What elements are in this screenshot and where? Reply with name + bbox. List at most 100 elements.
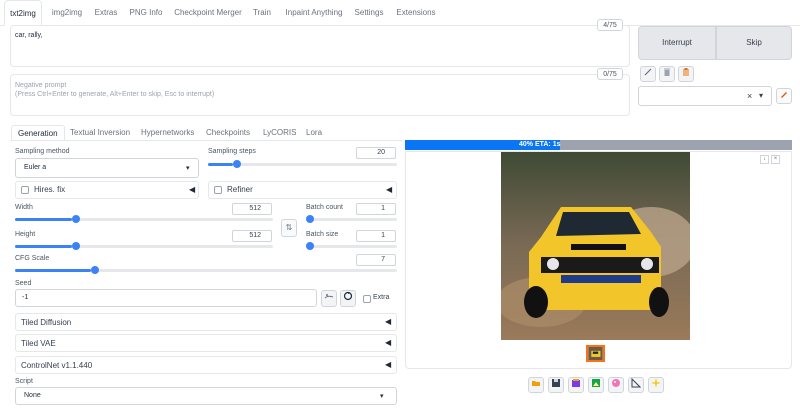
- sampling-steps-slider[interactable]: [208, 158, 397, 170]
- zip-icon[interactable]: [568, 377, 584, 393]
- tab-checkpoint-merger[interactable]: Checkpoint Merger: [172, 0, 244, 26]
- save-icon[interactable]: [548, 377, 564, 393]
- dice-icon[interactable]: [321, 290, 337, 307]
- pencil-icon[interactable]: [640, 66, 656, 82]
- accordion-tiled-diffusion[interactable]: Tiled Diffusion ◀: [15, 313, 397, 331]
- slider-track: [306, 245, 397, 248]
- hires-fix-label: Hires. fix: [34, 185, 66, 194]
- chevron-down-icon: ▾: [759, 91, 764, 100]
- open-folder-icon[interactable]: [528, 377, 544, 393]
- hires-fix-checkbox[interactable]: [21, 186, 29, 194]
- tab-settings[interactable]: Settings: [352, 0, 386, 26]
- negative-token-counter: 0/75: [597, 68, 623, 80]
- slider-fill: [15, 218, 73, 221]
- subtab-textual-inversion[interactable]: Textual Inversion: [70, 125, 130, 141]
- skip-button[interactable]: Skip: [716, 26, 792, 60]
- accordion-controlnet[interactable]: ControlNet v1.1.440 ◀: [15, 356, 397, 374]
- chevron-down-icon: ▾: [380, 393, 384, 400]
- batch-count-label: Batch count: [306, 204, 343, 211]
- script-select[interactable]: None ▾: [15, 387, 397, 405]
- accordion-tiled-vae[interactable]: Tiled VAE ◀: [15, 334, 397, 352]
- subtab-divider: [10, 140, 402, 141]
- collapse-triangle-icon[interactable]: ◀: [385, 338, 391, 347]
- hires-fix-row[interactable]: Hires. fix ◀: [15, 181, 199, 199]
- styles-dropdown[interactable]: × ▾: [638, 86, 772, 106]
- prompt-token-counter: 4/75: [597, 19, 623, 31]
- slider-fill: [15, 269, 92, 272]
- seed-label: Seed: [15, 280, 32, 287]
- negative-prompt-placeholder: Negative prompt: [15, 82, 67, 89]
- refiner-row[interactable]: Refiner ◀: [208, 181, 397, 199]
- script-value: None: [24, 392, 41, 399]
- prompt-text: car, rally,: [15, 32, 43, 39]
- recycle-icon[interactable]: [340, 290, 356, 307]
- width-slider[interactable]: [15, 213, 273, 225]
- accordion-label: ControlNet v1.1.440: [21, 361, 93, 370]
- cfg-scale-label: CFG Scale: [15, 255, 50, 262]
- sampling-method-select[interactable]: Euler a ▾: [15, 158, 199, 178]
- send-to-img2img-icon[interactable]: [588, 377, 604, 393]
- subtab-generation[interactable]: Generation: [11, 125, 65, 141]
- sampling-steps-label: Sampling steps: [208, 148, 256, 155]
- swap-icon: ⇅: [285, 223, 293, 232]
- extra-seed-checkbox[interactable]: [363, 295, 371, 303]
- slider-fill: [15, 245, 73, 248]
- refiner-checkbox[interactable]: [214, 186, 222, 194]
- tab-extensions[interactable]: Extensions: [394, 0, 438, 26]
- height-slider[interactable]: [15, 240, 273, 252]
- edit-styles-icon[interactable]: [776, 88, 792, 104]
- slider-thumb[interactable]: [306, 242, 314, 250]
- slider-track: [306, 218, 397, 221]
- send-to-extras-icon[interactable]: [628, 377, 644, 393]
- sparkle-icon[interactable]: [648, 377, 664, 393]
- sampling-method-value: Euler a: [24, 164, 47, 171]
- refiner-label: Refiner: [227, 185, 253, 194]
- accordion-label: Tiled Diffusion: [21, 318, 72, 327]
- height-label: Height: [15, 231, 36, 238]
- subtab-lycoris[interactable]: LyCORIS: [263, 125, 297, 141]
- send-to-inpaint-icon[interactable]: [608, 377, 624, 393]
- subtab-checkpoints[interactable]: Checkpoints: [206, 125, 250, 141]
- tab-img2img[interactable]: img2img: [48, 0, 86, 26]
- slider-thumb[interactable]: [72, 242, 81, 250]
- tab-inpaint-anything[interactable]: Inpaint Anything: [282, 0, 346, 26]
- trash-icon[interactable]: [659, 66, 675, 82]
- negative-prompt-textarea[interactable]: Negative prompt (Press Ctrl+Enter to gen…: [10, 74, 630, 116]
- progress-bar: 40% ETA: 1s: [405, 140, 792, 150]
- slider-thumb[interactable]: [72, 215, 81, 223]
- tab-extras[interactable]: Extras: [92, 0, 120, 26]
- negative-prompt-hint: (Press Ctrl+Enter to generate, Alt+Enter…: [15, 91, 215, 98]
- tab-txt2img[interactable]: txt2img: [4, 0, 42, 26]
- swap-dimensions-button[interactable]: ⇅: [281, 219, 297, 237]
- clipboard-icon[interactable]: [678, 66, 694, 82]
- main-tab-bar: txt2img img2img Extras PNG Info Checkpoi…: [0, 0, 800, 26]
- seed-input[interactable]: -1: [15, 289, 317, 307]
- batch-count-slider[interactable]: [306, 213, 397, 225]
- slider-thumb[interactable]: [233, 160, 242, 168]
- extra-seed-label: Extra: [373, 294, 390, 301]
- interrupt-button[interactable]: Interrupt: [638, 26, 716, 60]
- close-icon[interactable]: ×: [771, 155, 780, 164]
- slider-thumb[interactable]: [306, 215, 314, 223]
- collapse-triangle-icon[interactable]: ◀: [385, 360, 391, 369]
- gallery-thumbnail[interactable]: [586, 345, 605, 362]
- batch-size-label: Batch size: [306, 231, 339, 238]
- collapse-triangle-icon[interactable]: ◀: [189, 185, 195, 194]
- subtab-lora[interactable]: Lora: [306, 125, 322, 141]
- clear-styles-icon[interactable]: ×: [747, 91, 752, 101]
- collapse-triangle-icon[interactable]: ◀: [386, 185, 392, 194]
- accordion-label: Tiled VAE: [21, 339, 56, 348]
- tab-train[interactable]: Train: [250, 0, 274, 26]
- width-label: Width: [15, 204, 33, 211]
- prompt-textarea[interactable]: car, rally,: [10, 25, 630, 67]
- tab-png-info[interactable]: PNG Info: [128, 0, 164, 26]
- subtab-hypernetworks[interactable]: Hypernetworks: [141, 125, 194, 141]
- generated-image[interactable]: [501, 152, 690, 340]
- cfg-scale-slider[interactable]: [15, 264, 397, 276]
- slider-fill: [208, 163, 234, 166]
- slider-thumb[interactable]: [91, 266, 100, 274]
- progress-text: 40% ETA: 1s: [519, 141, 561, 148]
- batch-size-slider[interactable]: [306, 240, 397, 252]
- collapse-triangle-icon[interactable]: ◀: [385, 317, 391, 326]
- download-icon[interactable]: ↓: [760, 155, 769, 164]
